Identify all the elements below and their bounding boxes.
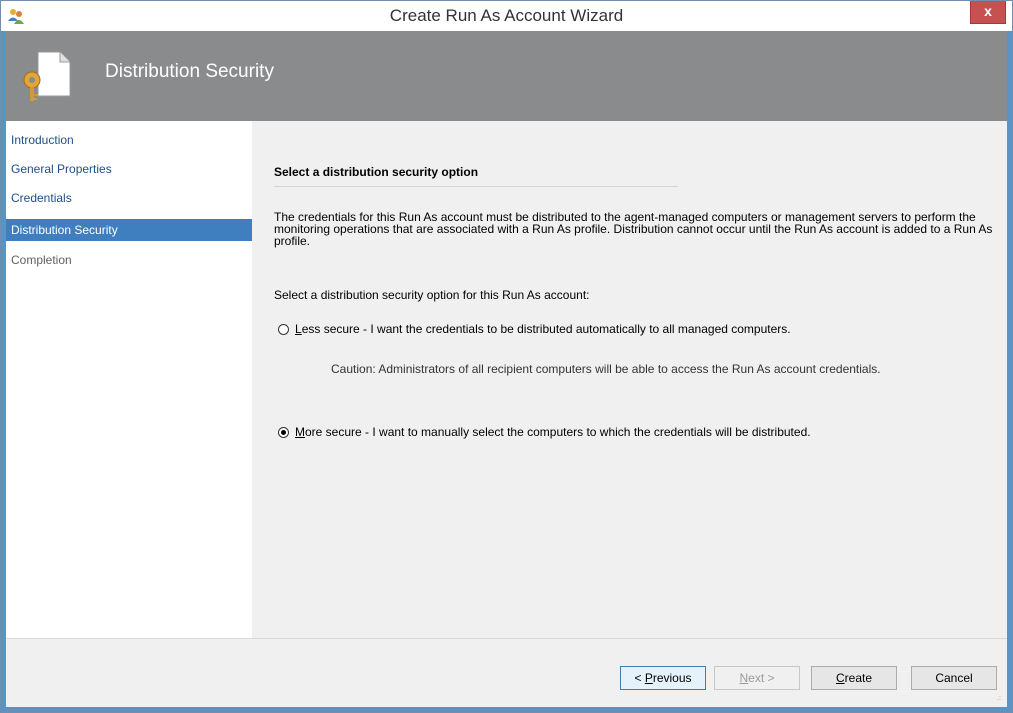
wizard-nav: Introduction General Properties Credenti… bbox=[6, 121, 252, 638]
less-secure-option[interactable]: Less secure - I want the credentials to … bbox=[278, 322, 791, 336]
less-secure-label[interactable]: Less secure - I want the credentials to … bbox=[295, 322, 791, 336]
more-secure-radio[interactable] bbox=[278, 426, 289, 438]
nav-item-distribution-security[interactable]: Distribution Security bbox=[6, 219, 252, 241]
section-divider bbox=[274, 186, 678, 187]
wizard-window: Create Run As Account Wizard x Distribut… bbox=[0, 0, 1013, 713]
more-secure-label[interactable]: More secure - I want to manually select … bbox=[295, 425, 811, 439]
previous-button[interactable]: < Previous bbox=[620, 666, 706, 690]
key-document-icon bbox=[20, 50, 74, 102]
page-title: Distribution Security bbox=[105, 61, 274, 82]
resize-grip-icon[interactable]: .: bbox=[997, 695, 1005, 705]
create-button[interactable]: Create bbox=[811, 666, 897, 690]
more-secure-option[interactable]: More secure - I want to manually select … bbox=[278, 425, 811, 439]
nav-item-general-properties[interactable]: General Properties bbox=[6, 158, 252, 180]
caution-text: Caution: Administrators of all recipient… bbox=[331, 362, 881, 376]
nav-item-completion: Completion bbox=[11, 253, 72, 267]
content-panel: Select a distribution security option Th… bbox=[252, 121, 1007, 638]
description-text: The credentials for this Run As account … bbox=[274, 210, 993, 248]
option-prompt: Select a distribution security option fo… bbox=[274, 288, 590, 302]
wizard-header: Distribution Security bbox=[6, 31, 1007, 121]
window-title: Create Run As Account Wizard bbox=[389, 6, 624, 25]
title-bar[interactable]: Create Run As Account Wizard x bbox=[1, 1, 1012, 31]
nav-item-credentials[interactable]: Credentials bbox=[6, 187, 252, 209]
nav-item-introduction[interactable]: Introduction bbox=[6, 129, 252, 151]
close-icon: x bbox=[984, 3, 992, 19]
next-button: Next > bbox=[714, 666, 800, 690]
close-button[interactable]: x bbox=[970, 1, 1006, 24]
section-heading: Select a distribution security option bbox=[274, 165, 479, 179]
button-bar: < Previous Next > Create Cancel .: bbox=[6, 638, 1007, 707]
less-secure-radio[interactable] bbox=[278, 323, 289, 335]
cancel-button[interactable]: Cancel bbox=[911, 666, 997, 690]
